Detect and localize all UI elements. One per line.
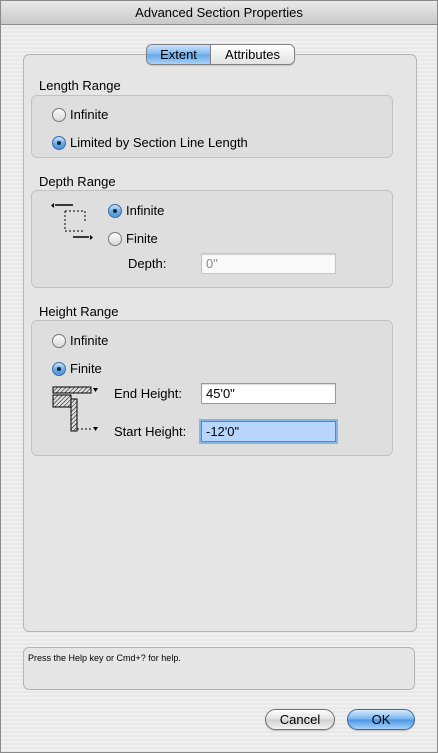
depth-finite-label: Finite bbox=[126, 231, 158, 246]
height-infinite-label: Infinite bbox=[70, 333, 109, 348]
dialog-window: Advanced Section Properties Extent Attri… bbox=[0, 0, 438, 753]
length-infinite-option[interactable]: Infinite bbox=[52, 107, 108, 122]
height-infinite-radio[interactable] bbox=[52, 333, 66, 348]
height-infinite-option[interactable]: Infinite bbox=[52, 333, 108, 348]
start-height-label: Start Height: bbox=[114, 424, 187, 439]
length-limited-option[interactable]: Limited by Section Line Length bbox=[52, 135, 248, 150]
start-height-field[interactable]: -12'0" bbox=[201, 421, 336, 442]
depth-field[interactable]: 0" bbox=[201, 253, 336, 274]
depth-finite-option[interactable]: Finite bbox=[108, 231, 158, 246]
length-infinite-radio[interactable] bbox=[52, 107, 66, 122]
depth-infinite-label: Infinite bbox=[126, 203, 165, 218]
length-range-title: Length Range bbox=[39, 78, 121, 93]
height-range-title: Height Range bbox=[39, 304, 119, 319]
depth-label: Depth: bbox=[128, 256, 167, 271]
end-height-label: End Height: bbox=[114, 386, 182, 401]
depth-finite-radio[interactable] bbox=[108, 231, 122, 246]
ok-button[interactable]: OK bbox=[347, 709, 415, 730]
help-text: Press the Help key or Cmd+? for help. bbox=[28, 653, 181, 663]
height-finite-option[interactable]: Finite bbox=[52, 361, 102, 376]
depth-range-title: Depth Range bbox=[39, 174, 116, 189]
title-bar: Advanced Section Properties bbox=[1, 1, 437, 25]
height-finite-label: Finite bbox=[70, 361, 102, 376]
height-diagram-icon bbox=[52, 386, 98, 432]
cancel-button[interactable]: Cancel bbox=[265, 709, 335, 730]
depth-infinite-radio[interactable] bbox=[108, 203, 122, 218]
length-limited-radio[interactable] bbox=[52, 135, 66, 150]
window-title: Advanced Section Properties bbox=[135, 5, 303, 20]
length-limited-label: Limited by Section Line Length bbox=[70, 135, 248, 150]
tab-bar: Extent Attributes bbox=[146, 44, 295, 65]
height-finite-radio[interactable] bbox=[52, 361, 66, 376]
help-area: Press the Help key or Cmd+? for help. bbox=[23, 647, 415, 690]
end-height-field[interactable]: 45'0" bbox=[201, 383, 336, 404]
tab-attributes[interactable]: Attributes bbox=[210, 45, 294, 64]
length-infinite-label: Infinite bbox=[70, 107, 109, 122]
depth-diagram-icon bbox=[51, 203, 93, 240]
tab-extent[interactable]: Extent bbox=[147, 45, 210, 64]
depth-infinite-option[interactable]: Infinite bbox=[108, 203, 164, 218]
